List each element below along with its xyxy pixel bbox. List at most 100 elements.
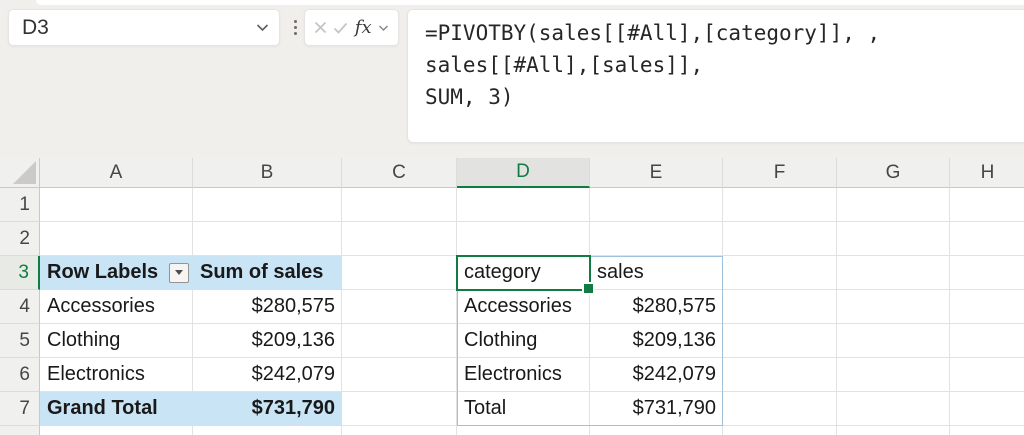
cell-E5[interactable]: $209,136 [590,324,723,358]
cell-B6[interactable]: $242,079 [193,358,342,392]
cell-G2[interactable] [837,222,950,256]
cell-G3[interactable] [837,256,950,290]
formula-line: SUM, 3) [425,81,1021,113]
cell-B3-pivot-header[interactable]: Sum of sales [193,256,342,290]
cell-H1[interactable] [950,188,1024,222]
cell-H6[interactable] [950,358,1024,392]
cell-F8[interactable] [723,426,837,435]
cell-H4[interactable] [950,290,1024,324]
fill-handle[interactable] [584,284,593,293]
row-header-2[interactable]: 2 [0,222,40,256]
cell-A7-grand-total[interactable]: Grand Total [40,392,193,426]
cell-F2[interactable] [723,222,837,256]
cell-C3[interactable] [342,256,457,290]
cell-H3[interactable] [950,256,1024,290]
column-header-d-selected[interactable]: D [457,158,590,188]
row-header-5[interactable]: 5 [0,324,40,358]
pivot-row-labels: Row Labels [47,261,158,284]
cell-E7[interactable]: $731,790 [590,392,723,426]
cell-C1[interactable] [342,188,457,222]
grid-row-1: 1 [0,188,1024,222]
cell-C2[interactable] [342,222,457,256]
row-header-7[interactable]: 7 [0,392,40,426]
cell-D4[interactable]: Accessories [457,290,590,324]
cell-B2[interactable] [193,222,342,256]
cell-H7[interactable] [950,392,1024,426]
column-header-f[interactable]: F [723,158,837,188]
cell-D1[interactable] [457,188,590,222]
cell-A8[interactable] [40,426,193,435]
cell-D6[interactable]: Electronics [457,358,590,392]
filter-dropdown-icon[interactable] [169,263,189,283]
column-header-b[interactable]: B [193,158,342,188]
cell-E6[interactable]: $242,079 [590,358,723,392]
column-header-c[interactable]: C [342,158,457,188]
cell-F3[interactable] [723,256,837,290]
x-icon[interactable] [314,21,327,34]
cell-F4[interactable] [723,290,837,324]
cell-F6[interactable] [723,358,837,392]
cell-C5[interactable] [342,324,457,358]
cell-G6[interactable] [837,358,950,392]
ribbon-edge [36,0,1024,5]
cell-E8[interactable] [590,426,723,435]
cell-F5[interactable] [723,324,837,358]
cell-B5[interactable]: $209,136 [193,324,342,358]
cell-E1[interactable] [590,188,723,222]
row-header-3-selected[interactable]: 3 [0,256,40,290]
cell-H5[interactable] [950,324,1024,358]
name-box-value: D3 [22,16,256,40]
row-header-6[interactable]: 6 [0,358,40,392]
cell-A5[interactable]: Clothing [40,324,193,358]
row-header-8[interactable] [0,426,40,435]
cell-B8[interactable] [193,426,342,435]
column-header-e[interactable]: E [590,158,723,188]
cell-D5[interactable]: Clothing [457,324,590,358]
cell-D7[interactable]: Total [457,392,590,426]
column-header-g[interactable]: G [837,158,950,188]
cell-C4[interactable] [342,290,457,324]
name-box[interactable]: D3 [8,9,280,46]
formula-bar[interactable]: =PIVOTBY(sales[[#All],[category]], , sal… [407,9,1024,143]
excel-window: D3 fx =PIVOTBY(sales[[#All],[category]],… [0,0,1024,435]
cell-A6[interactable]: Electronics [40,358,193,392]
cell-A1[interactable] [40,188,193,222]
grid-row-5: 5 Clothing $209,136 Clothing $209,136 [0,324,1024,358]
cell-D2[interactable] [457,222,590,256]
grid-row-3: 3 Row Labels Sum of sales category sales [0,256,1024,290]
cell-A3-pivot-header[interactable]: Row Labels [40,256,193,290]
cell-D3-active[interactable]: category [457,256,590,290]
cell-G8[interactable] [837,426,950,435]
cell-G5[interactable] [837,324,950,358]
cell-G7[interactable] [837,392,950,426]
cell-B7-grand-total[interactable]: $731,790 [193,392,342,426]
select-all-button[interactable] [0,158,40,188]
cell-C6[interactable] [342,358,457,392]
cell-E3[interactable]: sales [590,256,723,290]
cell-G4[interactable] [837,290,950,324]
cell-A2[interactable] [40,222,193,256]
chevron-down-icon[interactable] [256,23,269,32]
cell-A4[interactable]: Accessories [40,290,193,324]
cell-H8[interactable] [950,426,1024,435]
cell-E4[interactable]: $280,575 [590,290,723,324]
column-header-h[interactable]: H [950,158,1024,188]
cell-B1[interactable] [193,188,342,222]
column-header-row: A B C D E F G H [0,158,1024,188]
cell-D8[interactable] [457,426,590,435]
cell-C7[interactable] [342,392,457,426]
cell-B4[interactable]: $280,575 [193,290,342,324]
column-header-a[interactable]: A [40,158,193,188]
row-header-4[interactable]: 4 [0,290,40,324]
cell-C8[interactable] [342,426,457,435]
cell-E2[interactable] [590,222,723,256]
cell-F1[interactable] [723,188,837,222]
check-icon[interactable] [333,22,348,34]
fx-icon[interactable]: fx [355,19,372,37]
kebab-vertical-icon[interactable] [289,9,301,46]
chevron-down-icon[interactable] [378,24,389,32]
cell-G1[interactable] [837,188,950,222]
row-header-1[interactable]: 1 [0,188,40,222]
cell-H2[interactable] [950,222,1024,256]
cell-F7[interactable] [723,392,837,426]
